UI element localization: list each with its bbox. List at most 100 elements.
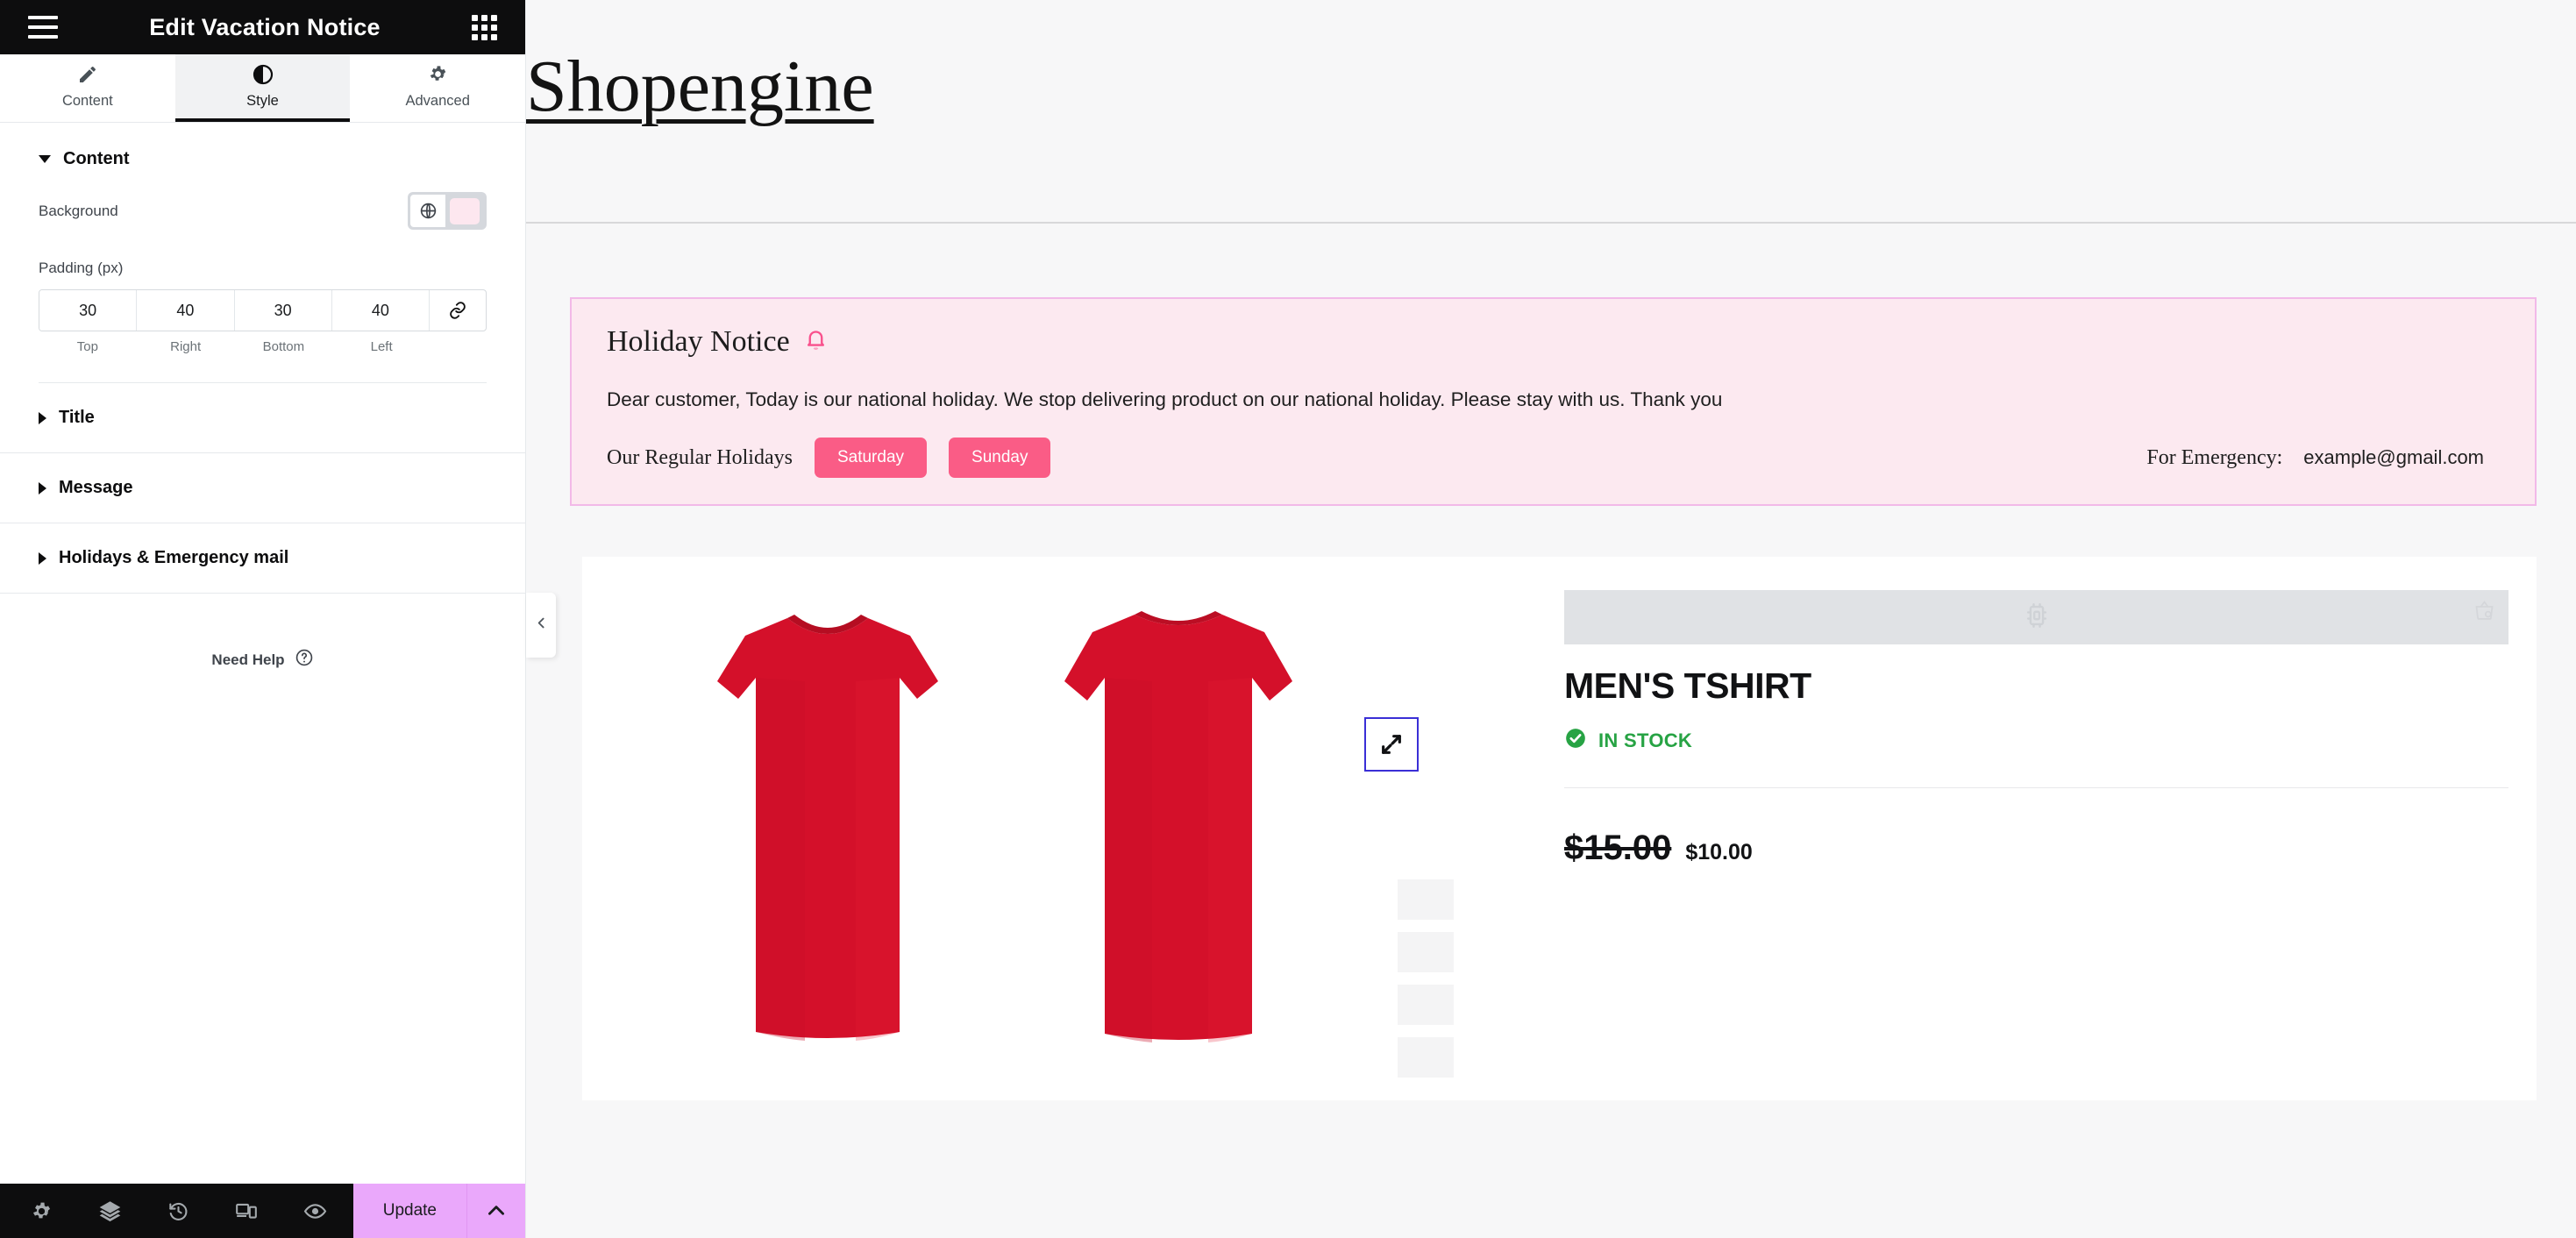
section-message-label: Message — [59, 478, 133, 497]
footer-tools — [0, 1184, 353, 1238]
padding-top-label: Top — [76, 339, 98, 354]
section-content-label: Content — [63, 149, 130, 168]
section-holidays-emergency[interactable]: Holidays & Emergency mail — [0, 523, 525, 594]
background-color-swatch[interactable] — [450, 197, 480, 224]
section-message[interactable]: Message — [0, 453, 525, 523]
gear-icon — [428, 64, 448, 85]
product-image-front[interactable] — [679, 590, 977, 1064]
tab-advanced[interactable]: Advanced — [350, 54, 526, 122]
tab-style[interactable]: Style — [174, 54, 351, 122]
notice-message: Dear customer, Today is our national hol… — [607, 388, 1723, 410]
divider — [1564, 787, 2508, 788]
tab-style-label: Style — [246, 92, 279, 109]
link-icon[interactable] — [430, 290, 486, 331]
vacation-notice-wrapper: Holiday Notice Dear customer, Today is o… — [526, 224, 2576, 506]
section-holidays-label: Holidays & Emergency mail — [59, 548, 289, 567]
chevron-left-icon — [534, 615, 549, 635]
product-gallery — [582, 590, 1564, 1100]
tab-content[interactable]: Content — [0, 54, 175, 122]
day-chip-saturday[interactable]: Saturday — [814, 438, 928, 478]
padding-top-input[interactable] — [39, 290, 137, 331]
chevron-up-icon[interactable] — [467, 1184, 525, 1238]
devices-icon[interactable] — [212, 1184, 281, 1238]
background-label: Background — [39, 202, 118, 219]
gallery-thumbnails — [1398, 879, 1454, 1078]
day-chip-sunday[interactable]: Sunday — [949, 438, 1051, 478]
caret-right-icon — [39, 481, 46, 494]
caret-right-icon — [39, 411, 46, 424]
background-control-row: Background — [39, 192, 487, 230]
caret-down-icon — [39, 155, 51, 163]
notice-title: Holiday Notice — [607, 325, 790, 358]
padding-left-label: Left — [370, 339, 393, 354]
tab-advanced-label: Advanced — [405, 92, 470, 109]
update-button[interactable]: Update — [353, 1184, 467, 1238]
tab-content-label: Content — [61, 92, 113, 109]
background-color-control — [408, 192, 487, 230]
section-title[interactable]: Title — [0, 383, 525, 453]
gallery-thumbnail[interactable] — [1398, 879, 1454, 920]
gallery-thumbnail[interactable] — [1398, 932, 1454, 972]
stock-status-label: IN STOCK — [1598, 729, 1693, 751]
product-section: MEN'S TSHIRT IN STOCK $15.00 $10.00 — [582, 557, 2537, 1100]
expand-arrows-icon[interactable] — [1364, 717, 1419, 772]
layers-icon[interactable] — [75, 1184, 144, 1238]
shop-icon — [2473, 599, 2496, 627]
content-section-body: Background Padding (px) Top — [0, 192, 525, 383]
grid-icon[interactable] — [472, 14, 497, 40]
globe-icon[interactable] — [410, 195, 445, 227]
panel-footer: Update — [0, 1184, 525, 1238]
caret-right-icon — [39, 551, 46, 565]
product-image-back[interactable] — [1029, 590, 1327, 1064]
vacation-notice-widget[interactable]: Holiday Notice Dear customer, Today is o… — [570, 297, 2537, 506]
padding-input-group — [39, 289, 487, 331]
emergency-label: For Emergency: — [2146, 445, 2283, 469]
editor-panel: Edit Vacation Notice Content Style Advan… — [0, 0, 526, 1238]
stock-status: IN STOCK — [1564, 727, 2508, 754]
editor-root: Edit Vacation Notice Content Style Advan… — [0, 0, 2576, 1238]
padding-left-input[interactable] — [331, 290, 429, 331]
contrast-icon — [253, 64, 274, 85]
preview-canvas: Shopengine Holiday Notice Dear customer,… — [526, 0, 2576, 1238]
bell-icon — [804, 328, 828, 356]
history-icon[interactable] — [144, 1184, 212, 1238]
padding-bottom-input[interactable] — [234, 290, 331, 331]
price-row: $15.00 $10.00 — [1564, 829, 2508, 868]
notice-bottom-row: Our Regular Holidays Saturday Sunday For… — [607, 438, 2500, 478]
price-sale: $10.00 — [1685, 840, 1753, 864]
padding-label: Padding (px) — [39, 260, 124, 276]
widget-placeholder-bar[interactable] — [1564, 590, 2508, 644]
regular-holidays-label: Our Regular Holidays — [607, 445, 793, 469]
padding-bottom-label: Bottom — [262, 339, 305, 354]
product-title: MEN'S TSHIRT — [1564, 665, 1811, 706]
chip-widget-icon — [2022, 601, 2052, 635]
hamburger-icon[interactable] — [28, 16, 58, 39]
eye-icon[interactable] — [281, 1184, 349, 1238]
site-header: Shopengine — [526, 0, 2576, 224]
panel-collapse-toggle[interactable] — [526, 593, 556, 658]
product-summary: MEN'S TSHIRT IN STOCK $15.00 $10.00 — [1564, 590, 2537, 1100]
panel-header: Edit Vacation Notice — [0, 0, 525, 54]
notice-title-row: Holiday Notice — [607, 325, 2500, 359]
price-original: $15.00 — [1564, 829, 1672, 867]
padding-labels: Top Right Bottom Left — [39, 339, 487, 354]
padding-right-input[interactable] — [137, 290, 234, 331]
emergency-group: For Emergency: example@gmail.com — [2146, 446, 2500, 470]
check-circle-icon — [1564, 727, 1587, 754]
need-help-link[interactable]: Need Help — [0, 648, 525, 672]
section-content-header[interactable]: Content — [0, 123, 525, 192]
gallery-thumbnail[interactable] — [1398, 985, 1454, 1025]
question-circle-icon — [295, 648, 314, 672]
gear-icon[interactable] — [7, 1184, 75, 1238]
update-group: Update — [352, 1184, 525, 1238]
padding-right-label: Right — [170, 339, 202, 354]
panel-tabs: Content Style Advanced — [0, 54, 526, 123]
section-title-label: Title — [59, 408, 95, 427]
gallery-thumbnail[interactable] — [1398, 1037, 1454, 1078]
regular-holidays-group: Our Regular Holidays Saturday Sunday — [607, 438, 1051, 478]
pencil-icon — [77, 64, 98, 85]
page-title: Edit Vacation Notice — [149, 13, 381, 40]
site-logo[interactable]: Shopengine — [526, 44, 874, 129]
emergency-email[interactable]: example@gmail.com — [2303, 446, 2484, 469]
need-help-label: Need Help — [211, 651, 285, 668]
